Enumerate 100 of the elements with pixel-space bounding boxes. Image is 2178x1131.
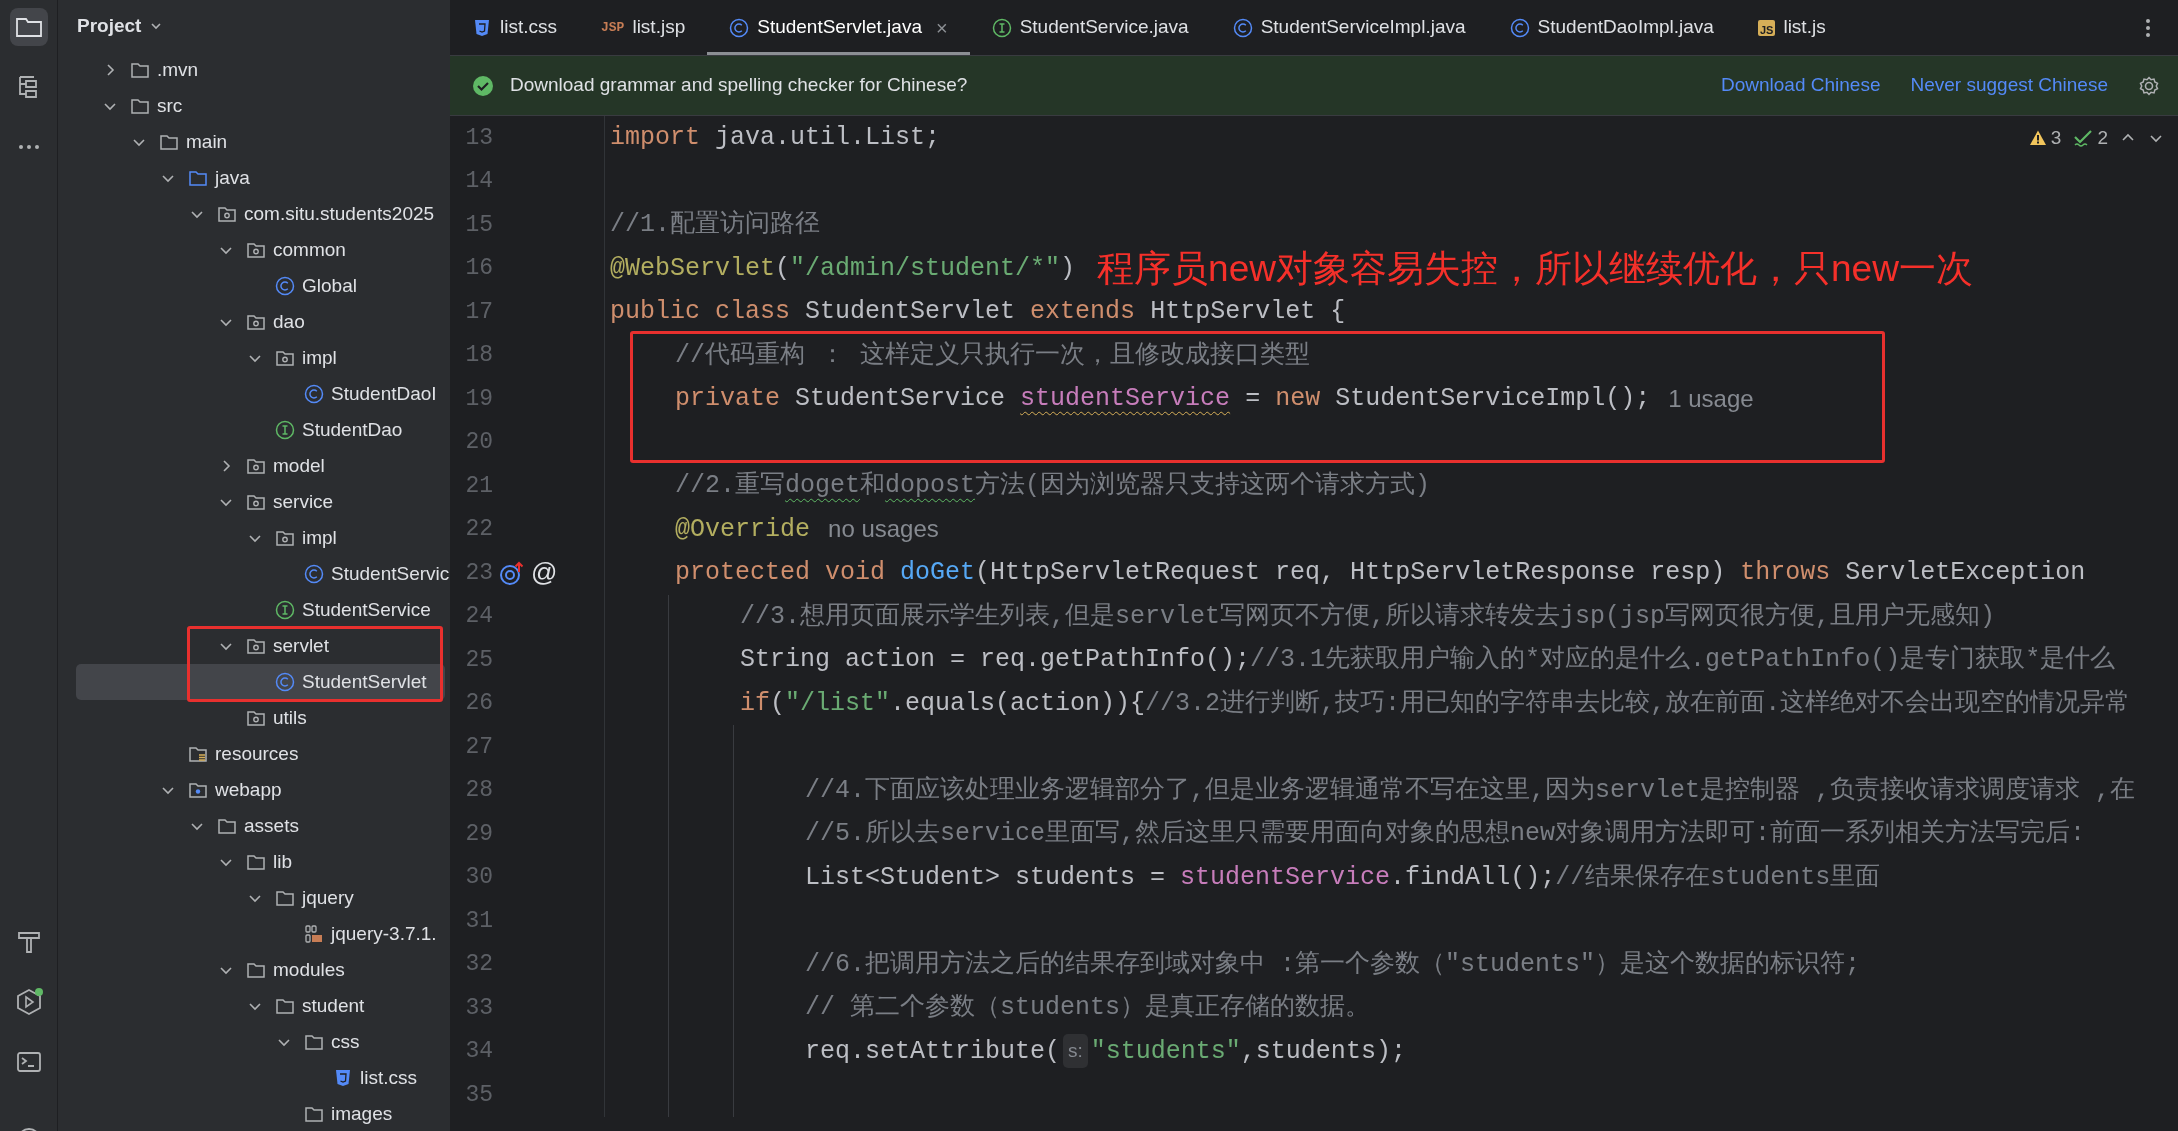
tree-item-label: jquery	[302, 885, 354, 910]
tree-item[interactable]: service	[76, 484, 445, 520]
code-comment: //代码重构 ： 这样定义只执行一次，且修改成接口类型	[675, 339, 1310, 372]
tree-item[interactable]: .mvn	[76, 52, 445, 88]
tree-item[interactable]: StudentServlet	[76, 664, 445, 700]
code-comment: //6.把调用方法之后的结果存到域对象中 :第一个参数（"students"）是这个数据的标识符;	[805, 948, 1861, 981]
line-number: 23	[464, 558, 493, 588]
tree-item-label: list.css	[360, 1065, 417, 1090]
tree-item[interactable]: main	[76, 124, 445, 160]
code-keyword: private	[675, 383, 782, 415]
tree-item[interactable]: jquery	[76, 880, 445, 916]
editor-tab[interactable]: list.css	[450, 0, 579, 55]
line-number: 15	[464, 210, 493, 240]
package-icon	[246, 312, 266, 332]
tree-item[interactable]: StudentService	[76, 592, 445, 628]
editor-tab[interactable]: StudentService.java	[969, 0, 1211, 55]
line-number: 32	[464, 950, 493, 979]
tree-item[interactable]: css	[76, 1024, 445, 1060]
inlay-hint: no usages	[828, 514, 939, 545]
tree-item-label: impl	[302, 525, 337, 550]
code-text: req.setAttribute(	[805, 1035, 1061, 1068]
tree-item[interactable]: images	[76, 1096, 445, 1131]
tree-item-label: css	[331, 1029, 360, 1054]
code-comment: // 第二个参数（students）是真正存储的数据。	[805, 992, 1371, 1024]
editor-tab[interactable]: JSP list.jsp	[579, 0, 708, 55]
tree-item-label: common	[273, 237, 346, 262]
tree-item[interactable]: impl	[76, 340, 445, 376]
code-text: StudentServlet	[805, 296, 1017, 328]
folder-icon	[304, 1104, 324, 1124]
code-comment: 和	[860, 470, 886, 502]
class-icon	[304, 384, 324, 404]
tree-item[interactable]: com.situ.students2025	[76, 196, 445, 232]
resources-folder-icon	[188, 744, 208, 764]
tree-item-label: com.situ.students2025	[244, 201, 435, 226]
folder-button[interactable]	[9, 8, 48, 46]
package-icon	[275, 528, 295, 548]
link[interactable]: Never suggest Chinese	[1910, 71, 2108, 100]
folder-icon	[275, 996, 295, 1016]
tree-item[interactable]: src	[76, 88, 445, 124]
tree-item[interactable]: student	[76, 988, 445, 1024]
code-comment: doget	[785, 470, 861, 502]
code-comment: dopost	[885, 470, 976, 502]
tree-item[interactable]: servlet	[76, 628, 445, 664]
settings-icon[interactable]	[2138, 74, 2160, 97]
class-icon	[1509, 17, 1530, 38]
tree-item[interactable]: java	[76, 160, 445, 196]
parameter-hint: s:	[1063, 1034, 1088, 1069]
folder-icon	[188, 168, 208, 188]
folder-icon	[130, 96, 150, 116]
warning-count: 3	[2050, 126, 2062, 150]
line-number: 25	[464, 645, 493, 675]
link[interactable]: Download Chinese	[1721, 71, 1881, 100]
code-comment: //5.所以去service里面写,然后这里只需要用面向对象的思想new对象调用方法即可:前面一系列相关方法写完后:	[805, 818, 2086, 850]
code-text: ServletException	[1845, 557, 2086, 589]
tree-item[interactable]: assets	[76, 808, 445, 844]
editor-tab[interactable]: StudentDaoImpl.java	[1487, 0, 1736, 55]
tree-item-label: StudentServlet	[302, 669, 427, 694]
editor-tab[interactable]: StudentServiceImpl.java	[1210, 0, 1488, 55]
code-annotation: @WebServlet	[610, 252, 776, 285]
warning-icon[interactable]	[2028, 129, 2047, 148]
tree-item-label: assets	[244, 813, 299, 838]
code-string: "students"	[1090, 1035, 1241, 1068]
line-number: 14	[464, 167, 493, 196]
tree-item[interactable]: StudentDao	[76, 412, 445, 448]
tree-item[interactable]: utils	[76, 700, 445, 736]
tree-item[interactable]: webapp	[76, 772, 445, 808]
web-folder-icon	[188, 780, 208, 800]
tree-item-label: jquery-3.7.1.	[331, 921, 437, 946]
tree-item[interactable]: modules	[76, 952, 445, 988]
code-keyword: if	[740, 687, 770, 720]
tree-item[interactable]: model	[76, 448, 445, 484]
override-icon[interactable]	[499, 560, 525, 585]
annotation-marker[interactable]: @	[531, 553, 558, 593]
tree-item[interactable]: StudentDaoI	[76, 376, 445, 412]
css-file-icon	[472, 17, 492, 38]
line-number: 18	[464, 341, 493, 370]
more-vertical-icon[interactable]	[2144, 16, 2152, 39]
line-number: 31	[464, 906, 493, 936]
annotation-note: 程序员new对象容易失控，所以继续优化，只new一次	[1097, 246, 1973, 291]
line-number: 29	[464, 819, 493, 849]
close-icon[interactable]: ×	[935, 12, 948, 43]
tree-item[interactable]: common	[76, 232, 445, 268]
tree-item[interactable]: impl	[76, 520, 445, 556]
tree-item[interactable]: jquery-3.7.1.	[76, 916, 445, 952]
line-number: 35	[464, 1080, 493, 1110]
folder-icon	[304, 1032, 324, 1052]
panel-title[interactable]: Project	[77, 11, 142, 41]
code-string: "/admin/student/*"	[790, 252, 1061, 285]
tree-item[interactable]: resources	[76, 736, 445, 772]
code-comment: //3.1先获取用户输入的*对应的是什么.getPathInfo()是专门获取*是什么	[1250, 644, 2116, 676]
tree-item[interactable]: Global	[76, 268, 445, 304]
tree-item[interactable]: lib	[76, 844, 445, 880]
package-icon	[246, 708, 266, 728]
tree-item[interactable]: dao	[76, 304, 445, 340]
tree-item-label: dao	[273, 309, 305, 334]
line-number: 24	[464, 602, 493, 631]
check-icon[interactable]	[2073, 129, 2094, 148]
tree-item-label: src	[157, 93, 183, 118]
editor-tab[interactable]: JS list.js	[1735, 0, 1848, 55]
tree-item[interactable]: list.css	[76, 1060, 445, 1096]
